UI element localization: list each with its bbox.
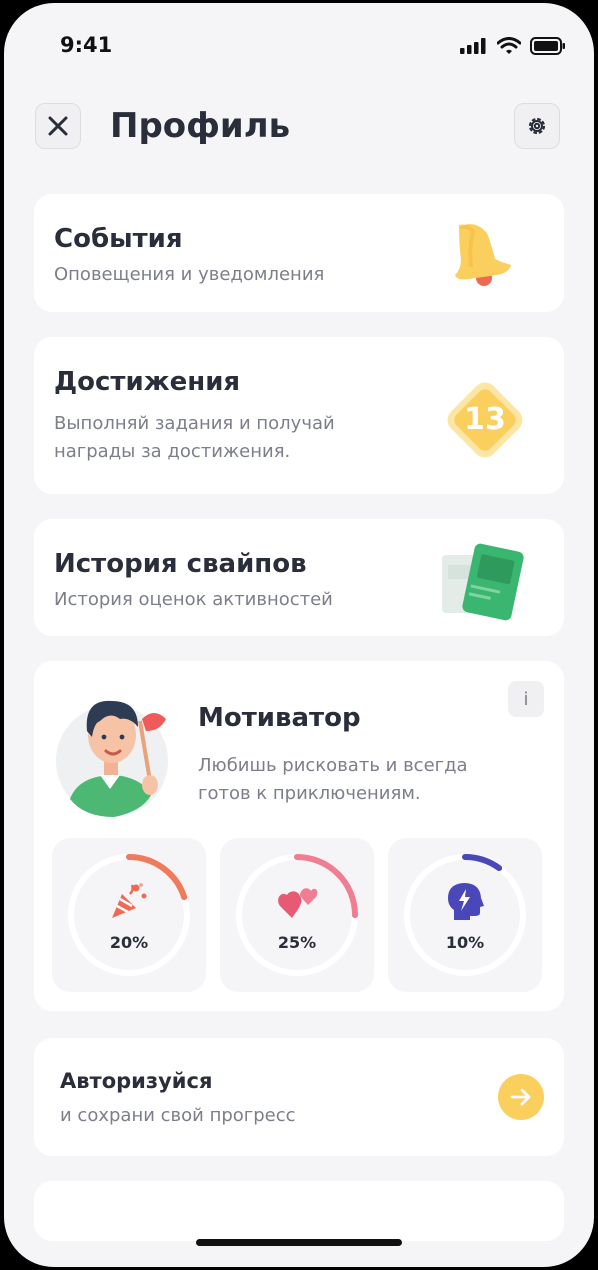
- brain-lightning-icon: [448, 883, 484, 920]
- swipe-history-subtitle: История оценок активностей: [54, 589, 333, 610]
- events-card[interactable]: События Оповещения и уведомления: [34, 194, 564, 312]
- hearts-icon: [278, 888, 318, 918]
- motivator-desc-line1: Любишь рисковать и всегда: [198, 755, 468, 776]
- gear-icon: [528, 117, 546, 135]
- swipe-history-title: История свайпов: [54, 549, 307, 579]
- bell-icon: [455, 224, 511, 286]
- auth-title: Авторизуйся: [60, 1069, 213, 1093]
- motivator-avatar: [56, 700, 168, 817]
- stat-percent-risk: 20%: [109, 933, 149, 952]
- settings-button[interactable]: [514, 103, 560, 149]
- header: Профиль: [4, 101, 594, 153]
- events-subtitle: Оповещения и уведомления: [54, 264, 325, 285]
- achievements-card[interactable]: Достижения Выполняй задания и получай на…: [34, 337, 564, 494]
- auth-arrow-button[interactable]: [498, 1074, 544, 1120]
- phone-screen: 9:41 Профиль События Оповещения и уведом…: [4, 3, 594, 1267]
- stat-percent-love: 25%: [277, 933, 317, 952]
- swipe-history-card[interactable]: История свайпов История оценок активност…: [34, 519, 564, 636]
- motivator-card: Мотиватор i Любишь рисковать и всегда го…: [34, 661, 564, 1011]
- auth-subtitle: и сохрани свой прогресс: [60, 1105, 296, 1126]
- wifi-icon: [497, 37, 521, 54]
- stat-tile-love: 25%: [220, 838, 374, 992]
- battery-icon: [530, 37, 565, 55]
- achievements-subtitle-line1: Выполняй задания и получай: [54, 413, 335, 434]
- info-button[interactable]: i: [508, 681, 544, 717]
- arrow-right-icon: [510, 1088, 531, 1106]
- stat-tile-mind: 10%: [388, 838, 542, 992]
- cards-stack-icon: [442, 543, 524, 621]
- status-bar: 9:41: [4, 31, 594, 61]
- close-button[interactable]: [35, 103, 81, 149]
- auth-card[interactable]: Авторизуйся и сохрани свой прогресс: [34, 1038, 564, 1156]
- party-popper-icon: [112, 883, 147, 918]
- info-icon: i: [523, 688, 529, 710]
- achievement-count: 13: [464, 402, 506, 437]
- events-title: События: [54, 224, 183, 254]
- motivator-desc-line2: готов к приключениям.: [198, 783, 421, 804]
- stat-percent-mind: 10%: [445, 933, 485, 952]
- next-card-partial: [34, 1181, 564, 1241]
- close-icon: [48, 116, 68, 136]
- cellular-signal-icon: [460, 38, 486, 54]
- achievement-badge: 13: [434, 369, 536, 471]
- home-indicator[interactable]: [196, 1239, 402, 1246]
- page-title: Профиль: [110, 106, 291, 146]
- achievements-title: Достижения: [54, 367, 241, 397]
- achievements-subtitle-line2: награды за достижения.: [54, 441, 291, 462]
- status-time: 9:41: [60, 33, 113, 57]
- stat-tile-risk: 20%: [52, 838, 206, 992]
- motivator-title: Мотиватор: [198, 703, 361, 733]
